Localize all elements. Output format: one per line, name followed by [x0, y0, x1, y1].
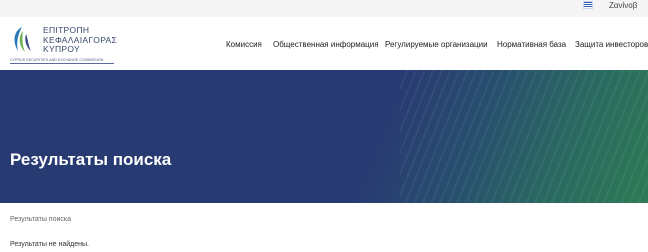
language-selector[interactable]: Ζανίνοβ	[609, 1, 637, 11]
nav-item-public-information[interactable]: Общественная информация	[273, 39, 379, 50]
site-header: ΕΠΙΤΡΟΠΗ ΚΕΦΑΛΑΙΑΓΟΡΑΣ ΚΥΠΡΟΥ CYPRUS SEC…	[0, 17, 648, 70]
nav-item-regulated-entities[interactable]: Регулируемые организации	[385, 39, 488, 50]
breadcrumb: Результаты поиска	[10, 216, 72, 223]
greek-flag-icon[interactable]	[583, 1, 593, 9]
cysec-logo[interactable]: ΕΠΙΤΡΟΠΗ ΚΕΦΑΛΑΙΑΓΟΡΑΣ ΚΥΠΡΟΥ CYPRUS SEC…	[10, 25, 122, 67]
nav-item-legal-framework[interactable]: Нормативная база	[497, 39, 566, 50]
page-title: Результаты поиска	[10, 150, 172, 169]
cysec-emblem-icon	[14, 27, 31, 52]
hero-decoration	[400, 70, 648, 203]
no-results-message: Результаты не найдены.	[10, 241, 90, 248]
logo-line-3: ΚΥΠΡΟΥ	[43, 44, 80, 54]
hero-banner: Результаты поиска	[0, 70, 648, 203]
nav-item-commission[interactable]: Комиссия	[226, 39, 262, 50]
logo-underline	[10, 63, 114, 64]
nav-item-investor-protection[interactable]: Защита инвесторов	[575, 39, 648, 50]
logo-wordmark: ΕΠΙΤΡΟΠΗ ΚΕΦΑΛΑΙΑΓΟΡΑΣ ΚΥΠΡΟΥ	[43, 25, 117, 55]
logo-subtitle: CYPRUS SECURITIES AND EXCHANGE COMMISSIO…	[10, 58, 104, 62]
top-utility-bar: Ζανίνοβ	[0, 0, 648, 17]
